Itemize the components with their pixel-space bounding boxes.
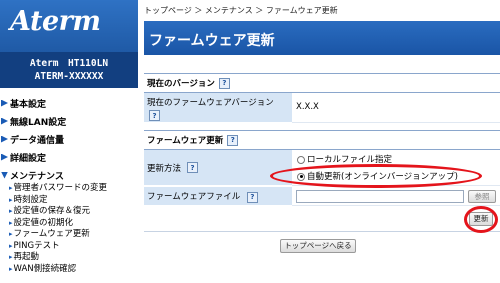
main-nav: 基本設定 無線LAN設定 データ通信量 詳細設定 メンテナンス ▸管理者パスワー… xyxy=(0,96,138,275)
nav-sub-label: 設定値の初期化 xyxy=(13,217,74,228)
arrow-right-icon xyxy=(1,135,8,143)
radio-local-file[interactable]: ローカルファイル指定 xyxy=(297,153,392,165)
section-divider xyxy=(144,73,500,74)
bullet-icon: ▸ xyxy=(9,264,13,273)
firmware-file-input[interactable] xyxy=(296,190,464,203)
section-title-text: 現在のバージョン xyxy=(147,79,215,89)
current-version-row: 現在のファームウェアバージョン ? X.X.X xyxy=(144,93,500,123)
current-version-label: 現在のファームウェアバージョン xyxy=(147,98,274,108)
bullet-icon: ▸ xyxy=(9,218,13,227)
update-method-row: 更新方法 ? ローカルファイル指定 自動更新(オンラインバージョンアップ) xyxy=(144,150,500,186)
firmware-file-row: ファームウェアファイル ? 参照 xyxy=(144,187,500,206)
footer-divider xyxy=(144,231,500,232)
model-id: ATERM-XXXXXX xyxy=(34,71,104,82)
bullet-icon: ▸ xyxy=(9,195,13,204)
nav-sub-label: 設定値の保存＆復元 xyxy=(13,206,91,216)
nav-label: データ通信量 xyxy=(10,135,65,146)
back-to-top-button[interactable]: トップページへ戻る xyxy=(280,239,356,253)
nav-sub-firmware-update[interactable]: ▸ファームウェア更新 xyxy=(0,229,138,241)
nav-sub-label: 時刻設定 xyxy=(13,194,48,205)
radio-button-checked[interactable] xyxy=(297,172,305,181)
arrow-right-icon xyxy=(1,117,8,125)
nav-sub-save-restore[interactable]: ▸設定値の保存＆復元 xyxy=(0,206,138,218)
current-version-value: X.X.X xyxy=(296,102,319,112)
update-method-label-cell: 更新方法 ? xyxy=(144,150,292,186)
help-icon[interactable]: ? xyxy=(246,191,258,203)
radio-auto-label: 自動更新(オンラインバージョンアップ) xyxy=(307,172,458,182)
help-icon[interactable]: ? xyxy=(187,162,199,173)
browse-button[interactable]: 参照 xyxy=(468,190,496,203)
current-version-section-title: 現在のバージョン ? xyxy=(147,77,230,89)
nav-sub-time-settings[interactable]: ▸時刻設定 xyxy=(0,195,138,207)
radio-button[interactable] xyxy=(297,155,305,164)
nav-sub-admin-password[interactable]: ▸管理者パスワードの変更 xyxy=(0,183,138,195)
section-divider xyxy=(144,130,500,131)
section-title-text: ファームウェア更新 xyxy=(147,136,224,146)
update-method-options: ローカルファイル指定 自動更新(オンラインバージョンアップ) xyxy=(292,150,500,186)
bullet-icon: ▸ xyxy=(9,184,13,192)
firmware-file-label: ファームウェアファイル xyxy=(147,192,241,202)
nav-sub-factory-reset[interactable]: ▸設定値の初期化 xyxy=(0,218,138,230)
nav-basic-settings[interactable]: 基本設定 xyxy=(0,96,138,110)
nav-label: 基本設定 xyxy=(10,99,47,110)
firmware-file-label-cell: ファームウェアファイル ? xyxy=(144,187,292,206)
firmware-file-value-cell: 参照 xyxy=(292,187,500,206)
nav-maintenance[interactable]: メンテナンス xyxy=(0,168,138,182)
bullet-icon: ▸ xyxy=(9,207,13,215)
model-info: Aterm HT110LN ATERM-XXXXXX xyxy=(0,52,138,88)
logo-text: Aterm xyxy=(10,6,101,37)
nav-sub-label: 管理者パスワードの変更 xyxy=(13,183,108,193)
update-button[interactable]: 更新 xyxy=(469,212,493,226)
sidebar: Aterm Aterm HT110LN ATERM-XXXXXX 基本設定 無線… xyxy=(0,0,138,283)
nav-detail-settings[interactable]: 詳細設定 xyxy=(0,150,138,164)
breadcrumb: トップページ ＞ メンテナンス ＞ ファームウェア更新 xyxy=(144,6,338,15)
model-name: Aterm HT110LN xyxy=(29,58,109,69)
current-version-label-cell: 現在のファームウェアバージョン ? xyxy=(144,93,292,123)
nav-sub-label: ファームウェア更新 xyxy=(13,229,90,239)
arrow-right-icon xyxy=(1,99,8,107)
update-method-label: 更新方法 xyxy=(147,164,182,174)
radio-local-label: ローカルファイル指定 xyxy=(307,155,393,165)
nav-sub-wan-check[interactable]: ▸WAN側接続確認 xyxy=(0,264,138,276)
nav-sub-label: 再起動 xyxy=(13,252,40,262)
help-icon[interactable]: ? xyxy=(227,134,239,146)
radio-auto-update[interactable]: 自動更新(オンラインバージョンアップ) xyxy=(297,170,458,182)
nav-sub-label: PINGテスト xyxy=(13,240,60,251)
arrow-right-icon xyxy=(1,153,8,161)
nav-data-usage[interactable]: データ通信量 xyxy=(0,132,138,146)
nav-sub-reboot[interactable]: ▸再起動 xyxy=(0,252,138,264)
nav-wlan-settings[interactable]: 無線LAN設定 xyxy=(0,114,138,128)
bullet-icon: ▸ xyxy=(9,253,13,261)
main-content: トップページ ＞ メンテナンス ＞ ファームウェア更新 ファームウェア更新 現在… xyxy=(144,0,500,283)
page-title-bar: ファームウェア更新 xyxy=(144,21,500,55)
nav-label: 詳細設定 xyxy=(10,153,47,164)
bullet-icon: ▸ xyxy=(9,230,13,238)
aterm-logo: Aterm xyxy=(0,0,138,52)
nav-label: 無線LAN設定 xyxy=(10,117,67,128)
arrow-down-icon xyxy=(1,171,8,179)
nav-sub-label: WAN側接続確認 xyxy=(13,263,77,274)
bullet-icon: ▸ xyxy=(9,241,13,250)
nav-sub-ping-test[interactable]: ▸PINGテスト xyxy=(0,241,138,253)
nav-label: メンテナンス xyxy=(10,171,64,182)
page-title: ファームウェア更新 xyxy=(149,33,275,49)
firmware-update-section-title: ファームウェア更新 ? xyxy=(147,134,239,146)
current-version-value-cell: X.X.X xyxy=(292,93,500,123)
help-icon[interactable]: ? xyxy=(149,110,160,121)
help-icon[interactable]: ? xyxy=(218,77,230,89)
